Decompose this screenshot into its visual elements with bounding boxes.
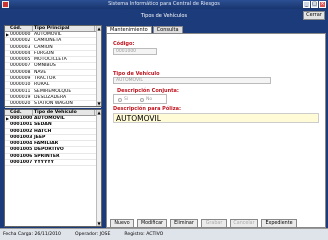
cell-type[interactable]: JEEP [33, 135, 95, 140]
grid-header-code[interactable]: Cód. [9, 26, 33, 31]
tipo-field[interactable]: AUTOMOVIL [113, 77, 271, 84]
radio-si-label: Sí [124, 97, 129, 102]
cell-code[interactable]: 0001007 [9, 160, 33, 165]
cell-type[interactable]: RURAL [33, 82, 95, 87]
cell-type[interactable]: SEMIREMOLQUE [33, 89, 95, 94]
cell-code[interactable]: 0000019 [9, 95, 33, 100]
scroll-down-icon[interactable]: ▼ [97, 221, 101, 226]
status-fecha: Fecha Carga: 26/11/2010 [3, 232, 61, 237]
cell-type[interactable]: FAMILIAR [33, 141, 95, 146]
cell-type[interactable]: CAMIONETA [33, 38, 95, 43]
cell-code[interactable]: 0000010 [9, 82, 33, 87]
cell-type[interactable]: MOTOCICLETA [33, 57, 95, 62]
form-header: Tipos de Vehículos Cerrar [0, 9, 328, 23]
cell-type[interactable]: AUTOMOVIL [33, 32, 95, 37]
desc-conjunta-group: Sí No [113, 94, 167, 104]
cell-code[interactable]: 0001000 [9, 116, 33, 121]
status-registro: Registro: ACTIVO [124, 232, 164, 237]
maximize-icon[interactable]: □ [311, 1, 318, 8]
expediente-button[interactable]: Expediente [261, 219, 297, 228]
scrollbar[interactable]: ▲ ▼ [96, 26, 101, 106]
cell-code[interactable]: 0000002 [9, 38, 33, 43]
cell-code[interactable]: 0001005 [9, 147, 33, 152]
cell-type[interactable]: OMNIBUS [33, 63, 95, 68]
grid-header-type[interactable]: Tipo de Vehículo [33, 110, 95, 115]
minimize-icon[interactable]: _ [303, 1, 310, 8]
cell-type[interactable]: YYYYYY [33, 160, 95, 165]
desc-poliza-label: Descripción para Póliza: [113, 106, 181, 112]
title-bar: Sistema Informático para Central de Ries… [0, 0, 328, 9]
status-bar: Fecha Carga: 26/11/2010 Operador: JOSE R… [0, 228, 328, 240]
cell-type[interactable]: HATCH [33, 129, 95, 134]
scroll-up-icon[interactable]: ▲ [97, 110, 101, 115]
desc-poliza-field[interactable]: AUTOMOVIL [113, 113, 319, 123]
cell-code[interactable]: 0000004 [9, 51, 33, 56]
table-row[interactable]: 0001007 YYYYYY [5, 160, 101, 167]
cell-type[interactable]: CAMION [33, 45, 95, 50]
cell-type[interactable]: AUTOMOVIL [33, 116, 95, 121]
codigo-label: Código: [113, 41, 135, 47]
status-operador: Operador: JOSE [74, 232, 111, 237]
radio-no[interactable]: No [140, 97, 152, 102]
close-icon[interactable]: × [319, 1, 326, 8]
detail-panel: Código: 0001000 Tipo de Vehículo AUTOMOV… [106, 33, 326, 228]
eliminar-button[interactable]: Eliminar [170, 219, 198, 228]
cell-code[interactable]: 0000003 [9, 45, 33, 50]
cell-code[interactable]: 0000020 [9, 101, 33, 106]
table-row[interactable]: 0000020 STATION WAGON [5, 101, 101, 108]
main-types-grid[interactable]: Cód. Tipo Principal ▶ 0000000 AUTOMOVIL 000… [4, 25, 102, 108]
window-title: Sistema Informático para Central de Ries… [108, 1, 220, 7]
cell-type[interactable]: STATION WAGON [33, 101, 95, 106]
cell-code[interactable]: 0000005 [9, 57, 33, 62]
nuevo-button[interactable]: Nuevo [110, 219, 134, 228]
main-frame: Cód. Tipo Principal ▶ 0000000 AUTOMOVIL 000… [2, 23, 326, 228]
modificar-button[interactable]: Modificar [137, 219, 167, 228]
grabar-button[interactable]: Grabar [201, 219, 227, 228]
vehicle-types-grid[interactable]: Cód. Tipo de Vehículo ▶ 0001000 AUTOMOVIL 0… [4, 109, 102, 227]
radio-no-label: No [146, 97, 153, 102]
cell-type[interactable]: DEPORTIVO [33, 147, 95, 152]
scroll-down-icon[interactable]: ▼ [97, 101, 101, 106]
radio-si[interactable]: Sí [118, 97, 128, 102]
cell-type[interactable]: FURGON [33, 51, 95, 56]
cell-code[interactable]: 0001003 [9, 135, 33, 140]
cell-code[interactable]: 0000009 [9, 76, 33, 81]
cell-type[interactable]: NAVE [33, 70, 95, 75]
cell-code[interactable]: 0000007 [9, 63, 33, 68]
cell-type[interactable]: DESLIZADERA [33, 95, 95, 100]
radio-no-icon[interactable] [140, 97, 144, 102]
cell-code[interactable]: 0001006 [9, 154, 33, 159]
cell-type[interactable]: SEDAN [33, 122, 95, 127]
cell-code[interactable]: 0001002 [9, 129, 33, 134]
cell-code[interactable]: 0001001 [9, 122, 33, 127]
scrollbar[interactable]: ▲ ▼ [96, 110, 101, 226]
cell-code[interactable]: 0000000 [9, 32, 33, 37]
close-button[interactable]: Cerrar [303, 11, 325, 20]
cell-code[interactable]: 0000008 [9, 70, 33, 75]
form-title: Tipos de Vehículos [140, 13, 188, 19]
cell-code[interactable]: 0001004 [9, 141, 33, 146]
scroll-up-icon[interactable]: ▲ [97, 26, 101, 31]
grid-header-code[interactable]: Cód. [9, 110, 33, 115]
cell-type[interactable]: SPRINTER [33, 154, 95, 159]
cell-code[interactable]: 0000011 [9, 89, 33, 94]
radio-si-icon[interactable] [118, 97, 122, 102]
grid-header-type[interactable]: Tipo Principal [33, 26, 95, 31]
cancelar-button[interactable]: Cancelar [230, 219, 258, 228]
codigo-field[interactable]: 0001000 [113, 48, 157, 55]
cell-type[interactable]: TRACTOR [33, 76, 95, 81]
